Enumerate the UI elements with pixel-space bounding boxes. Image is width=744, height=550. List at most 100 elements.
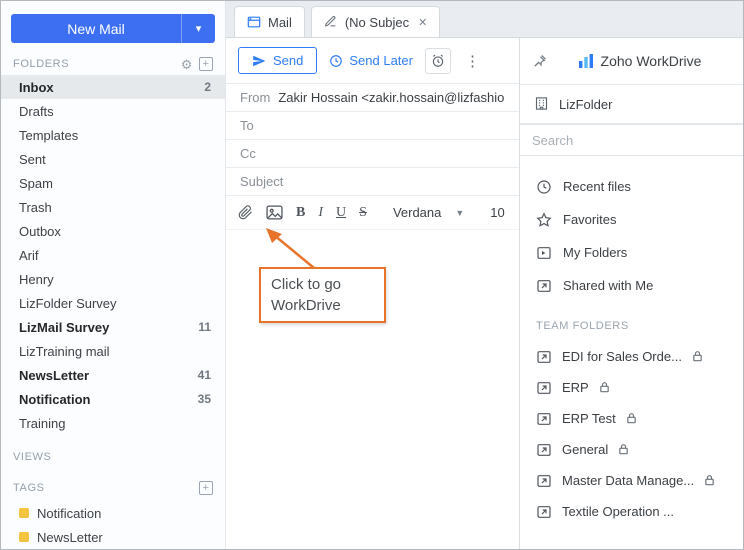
workdrive-image-icon[interactable] bbox=[266, 205, 283, 220]
subject-label: Subject bbox=[240, 174, 284, 189]
to-label: To bbox=[240, 118, 254, 133]
close-icon[interactable]: ✕ bbox=[418, 16, 427, 29]
subject-field[interactable]: Subject bbox=[226, 168, 519, 196]
new-mail-split-button: New Mail ▾ bbox=[11, 14, 215, 43]
sidebar-item-inbox[interactable]: Inbox 2 bbox=[1, 75, 225, 99]
team-folder-erp[interactable]: ERP bbox=[520, 372, 743, 403]
sidebar-item-newsletter[interactable]: NewsLetter 41 bbox=[1, 363, 225, 387]
cc-field[interactable]: Cc bbox=[226, 140, 519, 168]
unread-count: 11 bbox=[198, 320, 211, 334]
insert-template-button[interactable] bbox=[424, 47, 451, 74]
formatting-toolbar: B I U S Verdana ▼ 10 ▼ bbox=[226, 196, 519, 230]
views-label: VIEWS bbox=[13, 451, 52, 463]
team-folder-erp-test[interactable]: ERP Test bbox=[520, 403, 743, 434]
from-label: From bbox=[240, 90, 271, 105]
gear-icon[interactable]: ⚙ bbox=[181, 58, 193, 71]
bold-button[interactable]: B bbox=[296, 205, 305, 221]
lock-icon bbox=[692, 350, 706, 364]
sidebar-item-sent[interactable]: Sent bbox=[1, 147, 225, 171]
mail-sidebar: New Mail ▾ FOLDERS ⚙ + Inbox 2 Drafts Te… bbox=[1, 1, 226, 549]
folders-section-header: FOLDERS ⚙ + bbox=[1, 53, 225, 75]
folders-label: FOLDERS bbox=[13, 58, 70, 70]
chevron-down-icon: ▾ bbox=[195, 23, 202, 35]
paper-plane-icon bbox=[252, 54, 266, 68]
tag-item-newsletter[interactable]: NewsLetter bbox=[1, 525, 225, 549]
workdrive-folder-selector[interactable]: LizFolder bbox=[520, 85, 743, 124]
star-icon bbox=[536, 211, 552, 228]
lock-icon bbox=[704, 474, 718, 488]
callout-annotation: Click to go WorkDrive bbox=[259, 267, 386, 323]
team-folder-edi[interactable]: EDI for Sales Orde... bbox=[520, 341, 743, 372]
search-input[interactable] bbox=[520, 124, 743, 156]
team-folders-label: TEAM FOLDERS bbox=[536, 320, 629, 332]
compose-toolbar: Send Send Later ⋮ bbox=[226, 38, 519, 84]
sidebar-item-training[interactable]: Training bbox=[1, 411, 225, 435]
strikethrough-button[interactable]: S bbox=[359, 205, 367, 221]
compose-pane: Send Send Later ⋮ From Zakir Hossain <za… bbox=[226, 38, 519, 549]
unread-count: 41 bbox=[197, 368, 211, 382]
cc-label: Cc bbox=[240, 146, 256, 161]
lock-icon bbox=[618, 443, 632, 457]
add-tag-icon[interactable]: + bbox=[199, 481, 213, 495]
chevron-down-icon: ▼ bbox=[455, 207, 465, 218]
from-row[interactable]: From Zakir Hossain <zakir.hossain@lizfas… bbox=[226, 84, 519, 112]
team-folder-master-data[interactable]: Master Data Manage... bbox=[520, 465, 743, 496]
send-later-button[interactable]: Send Later bbox=[329, 53, 413, 68]
workdrive-title: Zoho WorkDrive bbox=[600, 53, 702, 69]
sidebar-item-drafts[interactable]: Drafts bbox=[1, 99, 225, 123]
sidebar-item-notification[interactable]: Notification 35 bbox=[1, 387, 225, 411]
sidebar-item-henry[interactable]: Henry bbox=[1, 267, 225, 291]
font-family-dropdown[interactable]: Verdana ▼ bbox=[393, 205, 464, 220]
sidebar-item-liztraining-mail[interactable]: LizTraining mail bbox=[1, 339, 225, 363]
workdrive-nav: Recent files Favorites My Folders Shared… bbox=[520, 170, 743, 302]
new-mail-dropdown-button[interactable]: ▾ bbox=[181, 14, 215, 43]
tags-label: TAGS bbox=[13, 482, 45, 494]
organization-icon bbox=[534, 96, 550, 112]
underline-button[interactable]: U bbox=[336, 205, 346, 221]
team-folder-icon bbox=[536, 380, 552, 396]
clock-icon bbox=[536, 179, 552, 195]
to-field[interactable]: To bbox=[226, 112, 519, 140]
sidebar-item-arif[interactable]: Arif bbox=[1, 243, 225, 267]
tab-bar: Mail (No Subjec ✕ bbox=[226, 1, 743, 38]
team-folder-icon bbox=[536, 504, 552, 520]
nav-item-my-folders[interactable]: My Folders bbox=[520, 236, 743, 269]
attachment-icon[interactable] bbox=[238, 205, 253, 220]
tab-mail[interactable]: Mail bbox=[234, 6, 305, 37]
tag-item-notification[interactable]: Notification bbox=[1, 501, 225, 525]
sidebar-item-templates[interactable]: Templates bbox=[1, 123, 225, 147]
content-row: Send Send Later ⋮ From Zakir Hossain <za… bbox=[226, 38, 743, 549]
sidebar-item-spam[interactable]: Spam bbox=[1, 171, 225, 195]
message-body-area[interactable]: Click to go WorkDrive bbox=[226, 228, 519, 549]
sidebar-item-trash[interactable]: Trash bbox=[1, 195, 225, 219]
tag-color-swatch bbox=[19, 532, 29, 542]
alarm-clock-icon bbox=[431, 54, 445, 68]
nav-item-shared-with-me[interactable]: Shared with Me bbox=[520, 269, 743, 302]
new-mail-button[interactable]: New Mail bbox=[11, 14, 181, 43]
sidebar-item-outbox[interactable]: Outbox bbox=[1, 219, 225, 243]
sidebar-item-lizfolder-survey[interactable]: LizFolder Survey bbox=[1, 291, 225, 315]
nav-item-recent-files[interactable]: Recent files bbox=[520, 170, 743, 203]
views-section-header: VIEWS bbox=[1, 447, 225, 467]
main-area: Mail (No Subjec ✕ Send Send Later ⋮ From… bbox=[226, 1, 743, 549]
team-folder-icon bbox=[536, 411, 552, 427]
font-size-dropdown[interactable]: 10 ▼ bbox=[490, 205, 519, 220]
callout-arrow bbox=[266, 228, 315, 269]
lock-icon bbox=[626, 412, 640, 426]
nav-item-favorites[interactable]: Favorites bbox=[520, 203, 743, 236]
folder-list: Inbox 2 Drafts Templates Sent Spam Trash… bbox=[1, 75, 225, 435]
unread-count: 35 bbox=[197, 392, 211, 406]
workdrive-folder-name: LizFolder bbox=[559, 96, 613, 112]
team-folder-general[interactable]: General bbox=[520, 434, 743, 465]
mail-icon bbox=[247, 15, 261, 29]
italic-button[interactable]: I bbox=[318, 205, 323, 221]
tab-label: (No Subjec bbox=[344, 14, 410, 30]
more-options-icon[interactable]: ⋮ bbox=[463, 52, 482, 70]
detach-panel-icon[interactable] bbox=[533, 53, 549, 69]
add-folder-icon[interactable]: + bbox=[199, 57, 213, 71]
tab-label: Mail bbox=[268, 14, 292, 30]
team-folder-textile-operation[interactable]: Textile Operation ... bbox=[520, 496, 743, 527]
sidebar-item-lizmail-survey[interactable]: LizMail Survey 11 bbox=[1, 315, 225, 339]
send-button[interactable]: Send bbox=[238, 47, 318, 74]
tab-no-subject[interactable]: (No Subjec ✕ bbox=[310, 6, 441, 37]
